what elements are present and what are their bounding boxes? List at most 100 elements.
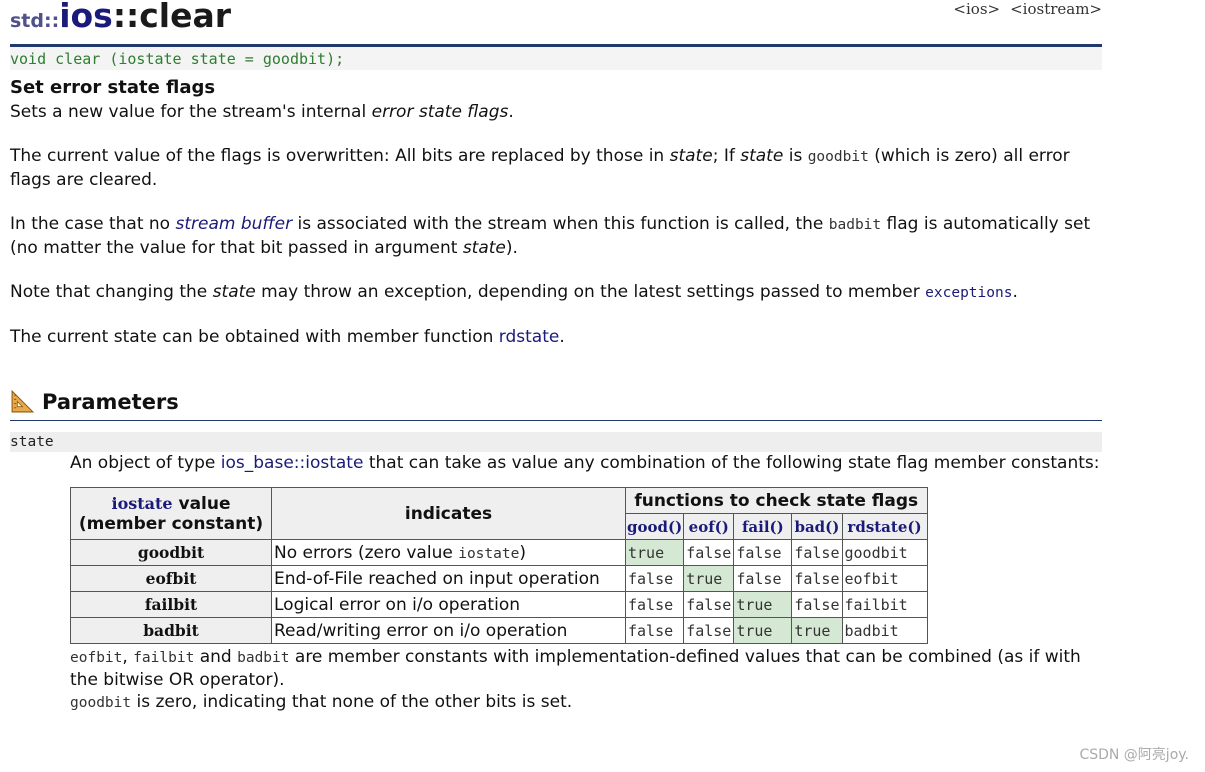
ruler-triangle-icon [11,389,35,413]
text: ). [505,238,518,258]
text: . [1012,282,1018,302]
header-eof-link[interactable]: eof() [683,513,735,540]
header-link-iostream[interactable]: <iostream> [1010,0,1102,18]
table-header-row: iostate value (member constant) indicates… [70,487,928,540]
note-paragraph-1: eofbit, failbit and badbit are member co… [70,646,1102,691]
header-links: <ios> <iostream> [943,0,1102,18]
parameters-title: Parameters [42,390,179,414]
table-row: failbit Logical error on i/o operation f… [70,591,928,618]
cell-eof: false [683,539,735,566]
parameter-description: An object of type ios_base::iostate that… [70,452,1102,714]
description-paragraph-3: In the case that no stream buffer is ass… [10,213,1102,260]
text: No errors (zero value [274,542,459,563]
cell-eof: false [683,591,735,618]
header-good-link[interactable]: good() [624,513,685,540]
exceptions-link[interactable]: exceptions [925,285,1012,301]
title-class[interactable]: ios [59,0,113,35]
header-rdstate-link[interactable]: rdstate() [841,513,928,540]
cell-eof: true [683,565,735,592]
row-constant: goodbit [70,539,272,566]
text: is zero, indicating that none of the oth… [131,692,573,712]
cell-bad: false [791,591,843,618]
cell-rdstate: badbit [841,617,928,644]
cell-fail: false [733,539,793,566]
cell-rdstate: eofbit [841,565,928,592]
table-row: eofbit End-of-File reached on input oper… [70,565,928,592]
title-bar: std::ios::clear <ios> <iostream> [10,0,1102,47]
description-paragraph-4: Note that changing the state may throw a… [10,281,1102,305]
text: Sets a new value for the stream's intern… [10,102,372,122]
row-constant: badbit [70,617,272,644]
cell-rdstate: goodbit [841,539,928,566]
table-row: badbit Read/writing error on i/o operati… [70,617,928,644]
emphasis: state [462,238,506,258]
cell-fail: true [733,591,793,618]
table-row: goodbit No errors (zero value iostate) t… [70,539,928,566]
text: is associated with the stream when this … [292,214,829,234]
cell-bad: true [791,617,843,644]
inline-code: badbit [237,650,290,666]
row-constant: eofbit [70,565,272,592]
text: An object of type [70,453,221,473]
emphasis: state [740,146,784,166]
cell-good: false [624,591,685,618]
text: that can take as value any combination o… [363,453,1100,473]
row-indicates: No errors (zero value iostate) [271,539,626,566]
inline-code: iostate [458,545,520,562]
function-prototype: void clear (iostate state = goodbit); [10,47,1102,70]
stream-buffer-link[interactable]: stream buffer [175,214,292,234]
summary-heading: Set error state flags [10,77,216,98]
cell-good: false [624,617,685,644]
emphasis: state [212,282,256,302]
text: In the case that no [10,214,176,234]
rdstate-link[interactable]: rdstate [499,327,560,347]
header-indicates: indicates [271,487,626,540]
header-bad-link[interactable]: bad() [791,513,843,540]
row-constant: failbit [70,591,272,618]
header-fail-link[interactable]: fail() [733,513,793,540]
description-paragraph-5: The current state can be obtained with m… [10,326,1102,349]
watermark: CSDN @阿亮joy. [1079,747,1189,763]
inline-code: goodbit [807,149,869,165]
reference-page: std::ios::clear <ios> <iostream> void cle… [10,0,1102,714]
text: and [194,647,238,667]
inline-code: eofbit [70,650,123,666]
cell-fail: true [733,617,793,644]
text: . [559,327,565,347]
text: may throw an exception, depending on the… [255,282,926,302]
row-indicates: Logical error on i/o operation [271,591,626,618]
parameter-name: state [10,432,1102,452]
title-function: ::clear [112,0,232,35]
state-flags-table: iostate value (member constant) indicates… [70,487,928,644]
header-link-ios[interactable]: <ios> [953,0,1000,18]
iostate-type-link[interactable]: ios_base::iostate [221,453,364,473]
row-indicates: Read/writing error on i/o operation [271,617,626,644]
page-title: std::ios::clear [10,0,231,35]
text: , [122,647,134,667]
inline-code: badbit [828,217,882,233]
text: The current value of the flags is overwr… [10,146,670,166]
row-indicates: End-of-File reached on input operation [271,565,626,592]
title-namespace[interactable]: std:: [10,10,59,32]
emphasis: error state flags [371,102,509,122]
cell-fail: false [733,565,793,592]
cell-rdstate: failbit [841,591,928,618]
header-functions: functions to check state flags [625,487,928,514]
text: is [783,146,808,166]
text: ) [519,542,526,563]
header-value-code[interactable]: iostate [111,494,172,513]
emphasis: state [669,146,713,166]
cell-good: true [624,539,685,566]
parameter-text: An object of type ios_base::iostate that… [70,452,1102,474]
description-paragraph-1: Sets a new value for the stream's intern… [10,101,1102,124]
header-value-text: value [172,493,231,514]
text: ; If [712,146,741,166]
cell-bad: false [791,565,843,592]
cell-good: false [624,565,685,592]
text: The current state can be obtained with m… [10,327,499,347]
cell-eof: false [683,617,735,644]
parameters-section-header: Parameters [10,388,1102,421]
text: . [508,102,514,122]
cell-bad: false [791,539,843,566]
inline-code: goodbit [70,695,132,711]
